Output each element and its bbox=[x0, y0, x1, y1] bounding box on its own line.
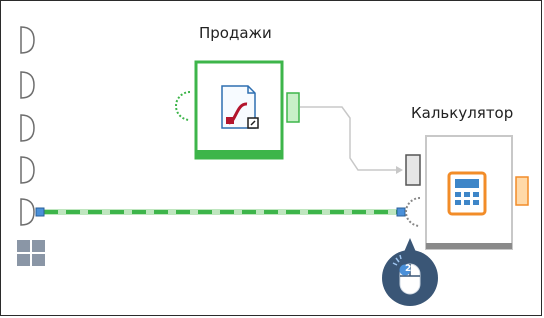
sales-node-footer bbox=[196, 150, 282, 159]
calculator-input-port-bottom[interactable] bbox=[405, 197, 421, 227]
sales-widget-icon bbox=[221, 85, 259, 129]
input-port-2[interactable] bbox=[20, 71, 35, 99]
calculator-input-port-top[interactable] bbox=[405, 154, 421, 186]
input-link-end-port[interactable] bbox=[396, 207, 406, 217]
calculator-node-footer bbox=[426, 243, 512, 249]
calculator-node-label[interactable]: Калькулятор bbox=[411, 104, 513, 122]
left-input-ports bbox=[20, 26, 35, 226]
link-arrowhead bbox=[396, 166, 403, 174]
node-calculator[interactable] bbox=[405, 135, 529, 250]
input-port-5[interactable] bbox=[20, 198, 35, 226]
calculator-output-port[interactable] bbox=[515, 176, 529, 206]
sales-node-label[interactable]: Продажи bbox=[199, 24, 272, 42]
input-port-1[interactable] bbox=[20, 26, 35, 54]
sales-output-port[interactable] bbox=[286, 92, 300, 123]
input-port-4[interactable] bbox=[20, 156, 35, 184]
link-sales-to-calculator[interactable] bbox=[300, 106, 400, 171]
input-port-3[interactable] bbox=[20, 114, 35, 142]
calculator-icon bbox=[447, 171, 487, 216]
double-click-badge: 2 bbox=[405, 264, 412, 274]
input-link-start-port[interactable] bbox=[35, 207, 45, 217]
workflow-diagram bbox=[17, 26, 529, 306]
sales-input-port[interactable] bbox=[175, 91, 191, 121]
grid-icon[interactable] bbox=[17, 240, 45, 266]
node-sales[interactable] bbox=[175, 60, 300, 160]
